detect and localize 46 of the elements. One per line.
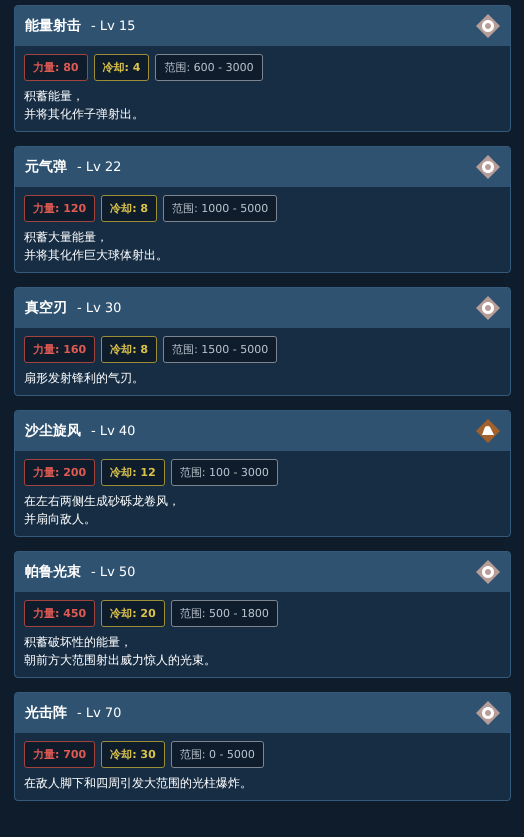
power-tag: 力量: 160 xyxy=(24,336,96,363)
skill-name: 光击阵 xyxy=(25,704,67,722)
skill-name: 帕鲁光束 xyxy=(25,563,81,581)
description-line: 并将其化作巨大球体射出。 xyxy=(24,247,169,264)
range-tag: 范围: 0 - 5000 xyxy=(170,741,264,768)
cooldown-tag: 冷却: 20 xyxy=(101,600,165,627)
description-line: 并将其化作子弹射出。 xyxy=(24,106,145,123)
description-line: 积蓄破坏性的能量， xyxy=(24,634,133,651)
description-line: 朝前方大范围射出威力惊人的光束。 xyxy=(24,652,217,669)
range-tag: 范围: 1500 - 5000 xyxy=(163,336,278,363)
power-tag: 力量: 450 xyxy=(24,600,96,627)
skill-level: - Lv 22 xyxy=(77,160,122,174)
ring-icon xyxy=(476,296,500,320)
skill-level: - Lv 70 xyxy=(77,706,122,720)
skill-level: - Lv 30 xyxy=(77,300,122,316)
cooldown-tag: 冷却: 30 xyxy=(101,741,165,768)
range-tag: 范围: 100 - 3000 xyxy=(170,459,278,486)
skill-name: 元气弹 xyxy=(25,158,67,176)
mountain-icon xyxy=(476,419,500,443)
description-line: 并扇向敌人。 xyxy=(24,511,97,528)
ring-icon xyxy=(476,560,500,584)
power-tag: 力量: 700 xyxy=(24,741,96,768)
skill-level: - Lv 50 xyxy=(91,564,136,580)
power-tag: 力量: 80 xyxy=(24,54,88,81)
cooldown-tag: 冷却: 4 xyxy=(94,54,150,81)
range-tag: 范围: 1000 - 5000 xyxy=(163,195,278,222)
ring-icon xyxy=(476,155,500,179)
skill-name: 真空刃 xyxy=(25,299,67,317)
skill-level: - Lv 40 xyxy=(91,424,136,438)
cooldown-tag: 冷却: 12 xyxy=(101,459,165,486)
cooldown-tag: 冷却: 8 xyxy=(101,336,158,363)
ring-icon xyxy=(476,14,500,38)
range-tag: 范围: 600 - 3000 xyxy=(155,54,263,81)
ring-icon xyxy=(476,701,500,725)
power-tag: 力量: 200 xyxy=(24,459,96,486)
power-tag: 力量: 120 xyxy=(24,195,96,222)
description-line: 积蓄大量能量， xyxy=(24,229,109,246)
description-line: 扇形发射锋利的气刃。 xyxy=(24,370,145,387)
description-line: 在左右两侧生成砂砾龙卷风， xyxy=(24,493,181,510)
skill-name: 能量射击 xyxy=(25,17,81,35)
description-line: 在敌人脚下和四周引发大范围的光柱爆炸。 xyxy=(24,775,253,792)
skill-level: - Lv 15 xyxy=(91,18,136,34)
range-tag: 范围: 500 - 1800 xyxy=(170,600,278,627)
skill-name: 沙尘旋风 xyxy=(25,422,81,440)
cooldown-tag: 冷却: 8 xyxy=(101,195,158,222)
description-line: 积蓄能量， xyxy=(24,88,85,105)
